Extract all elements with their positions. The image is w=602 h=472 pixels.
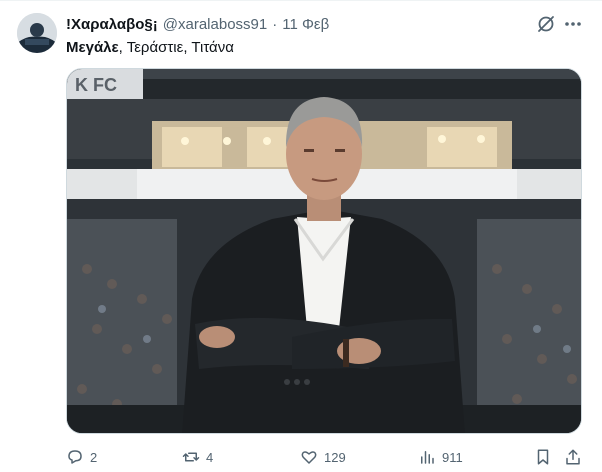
repost-count: 4 [206, 449, 214, 465]
views-button[interactable]: 911 [418, 446, 463, 468]
grok-icon[interactable] [536, 14, 556, 34]
avatar-image [17, 13, 57, 53]
like-count: 129 [324, 449, 346, 465]
tweet-media-photo[interactable]: K FC [66, 68, 582, 434]
tweet-header: !Χαραλαβο§¡ @xaralaboss91 · 11 Φεβ [66, 14, 329, 34]
more-dots-icon[interactable] [562, 14, 584, 34]
reply-count: 2 [90, 449, 98, 465]
like-button[interactable]: 129 [300, 446, 346, 468]
tweet-text: Μεγάλε, Τεράστιε, Τιτάνα [66, 38, 234, 58]
user-handle[interactable]: @xaralaboss91 [163, 16, 267, 33]
stadium-sign-text: K FC [75, 75, 117, 95]
views-count: 911 [442, 449, 463, 465]
tweet-text-rest: , Τεράστιε, Τιτάνα [118, 39, 234, 56]
repost-button[interactable]: 4 [182, 446, 213, 468]
display-name[interactable]: !Χαραλαβο§¡ [66, 16, 158, 33]
heart-icon [301, 451, 317, 464]
repost-icon [182, 452, 200, 462]
tweet-text-bold: Μεγάλε [66, 39, 119, 56]
views-bars-icon [421, 451, 434, 464]
separator-dot: · [272, 15, 278, 33]
top-divider [0, 0, 602, 1]
reply-button[interactable]: 2 [66, 446, 97, 468]
photo-illustration: K FC [67, 69, 581, 433]
tweet-actions-bar: 2 4 129 911 [66, 446, 586, 468]
avatar[interactable] [17, 13, 57, 53]
share-icon [566, 449, 580, 465]
bookmark-icon [537, 449, 549, 465]
bookmark-button[interactable] [534, 446, 552, 468]
reply-icon [68, 450, 82, 464]
tweet-date[interactable]: 11 Φεβ [282, 16, 329, 33]
share-button[interactable] [564, 446, 582, 468]
